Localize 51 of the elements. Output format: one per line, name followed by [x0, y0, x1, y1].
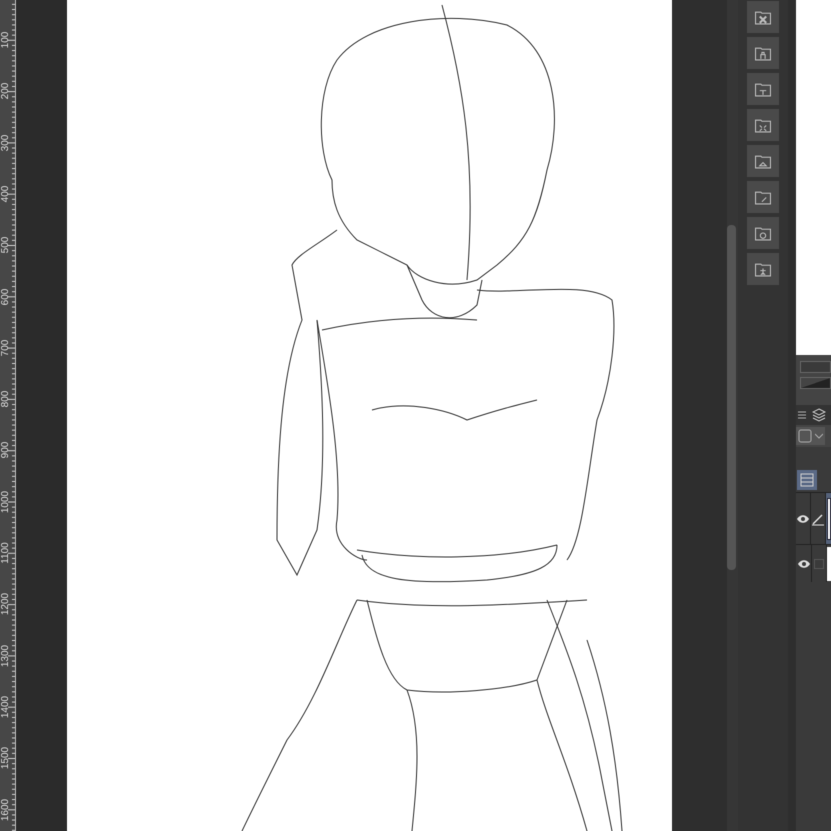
scrollbar-thumb[interactable] [727, 225, 736, 570]
square-icon [798, 429, 812, 443]
ruler-label: 400 [0, 184, 12, 204]
toolbar-button[interactable] [747, 253, 779, 285]
toolbar-button[interactable] [747, 145, 779, 177]
layer-row[interactable] [796, 492, 831, 544]
ruler-label: 200 [0, 82, 12, 102]
layers-icon[interactable] [812, 408, 826, 422]
gradient-preview [800, 377, 831, 389]
ruler-label: 1000 [0, 490, 12, 515]
menu-icon[interactable] [798, 411, 806, 419]
chevron-icon [815, 433, 823, 439]
ruler-label: 500 [0, 236, 12, 256]
square-icon [814, 558, 824, 568]
blend-dropdown[interactable] [796, 427, 825, 445]
layer-thumbnail [827, 498, 831, 540]
slider-field[interactable] [800, 361, 831, 373]
ruler-label: 1200 [0, 592, 12, 618]
folder-icon [754, 9, 772, 25]
ruler-label: 600 [0, 287, 12, 307]
folder-icon [754, 261, 772, 277]
toolbar-button[interactable] [747, 217, 779, 249]
toolbar-button[interactable] [747, 37, 779, 69]
ruler-label: 700 [0, 338, 12, 358]
layer-thumbnail [827, 546, 831, 580]
eye-icon[interactable] [796, 514, 810, 524]
ruler-label: 800 [0, 390, 12, 410]
ruler-label: 1400 [0, 694, 12, 720]
ruler-label: 1600 [0, 797, 12, 823]
toolbar-button[interactable] [747, 109, 779, 141]
folder-icon [754, 81, 772, 97]
layer-list-button[interactable] [797, 470, 817, 490]
folder-icon [754, 153, 772, 169]
ruler-label: 1500 [0, 746, 12, 772]
ruler-label: 1100 [0, 541, 12, 566]
folder-icon [754, 45, 772, 61]
folder-icon [754, 189, 772, 205]
pen-icon [811, 512, 825, 526]
ruler-label: 100 [0, 30, 12, 50]
toolbar-button[interactable] [747, 73, 779, 105]
folder-icon [754, 225, 772, 241]
toolbar-button[interactable] [747, 1, 779, 33]
ruler-label: 300 [0, 133, 12, 153]
list-icon [800, 473, 814, 487]
eye-icon[interactable] [796, 558, 811, 568]
ruler-label: 900 [0, 441, 12, 461]
ruler-label: 1300 [0, 643, 12, 669]
scrollbar-track[interactable] [727, 0, 738, 831]
folder-icon [754, 117, 772, 133]
toolbar-button[interactable] [747, 181, 779, 213]
layer-row[interactable] [796, 544, 831, 582]
